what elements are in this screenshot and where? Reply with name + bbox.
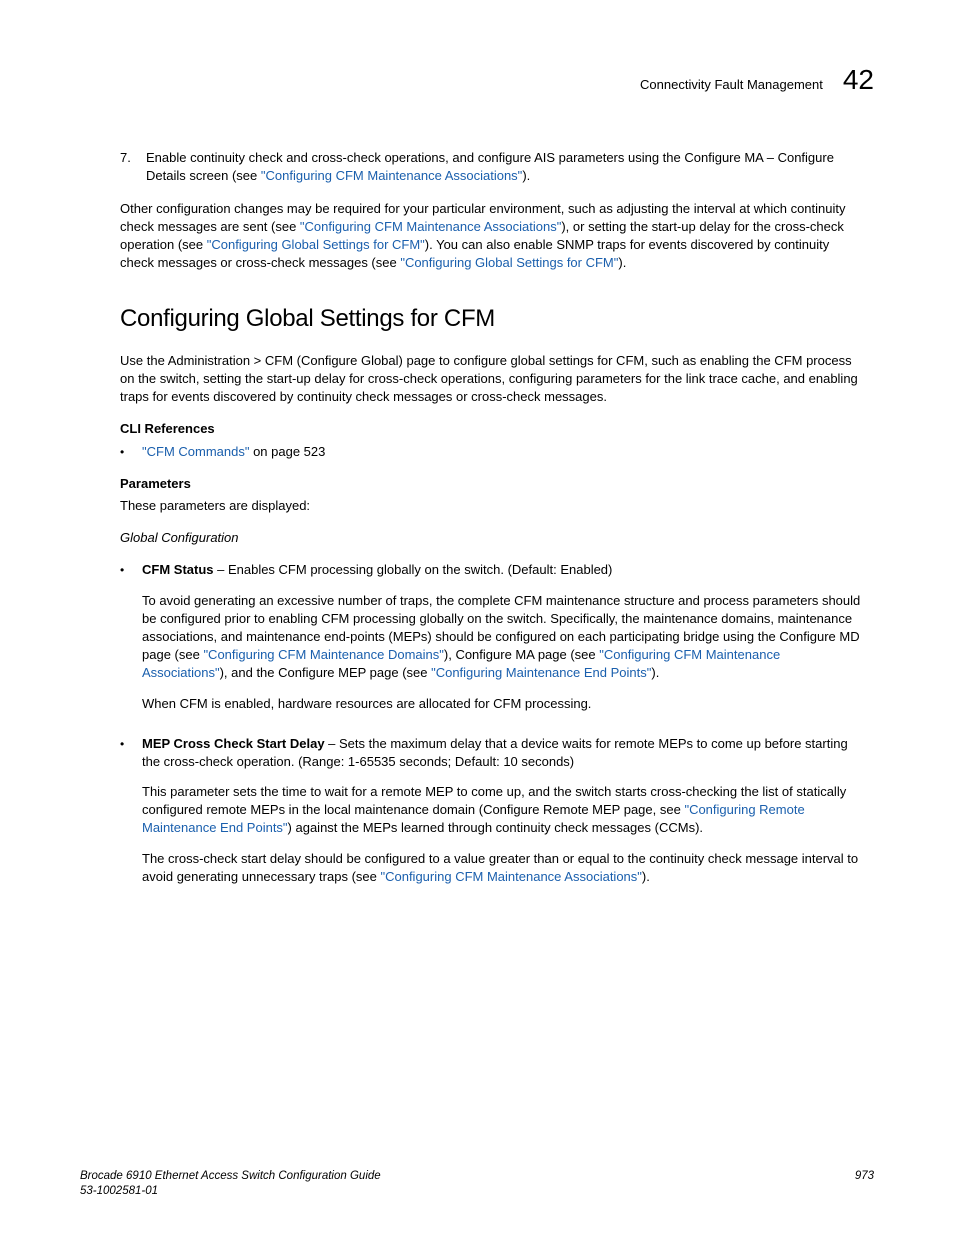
link-cfm-ma-2[interactable]: "Configuring CFM Maintenance Association… <box>300 219 561 234</box>
link-cfm-commands[interactable]: "CFM Commands" <box>142 444 249 459</box>
page: Connectivity Fault Management 42 7. Enab… <box>0 0 954 1235</box>
content: 7. Enable continuity check and cross-che… <box>120 149 864 898</box>
footer-doc-title: Brocade 6910 Ethernet Access Switch Conf… <box>80 1169 381 1184</box>
text: ). <box>522 168 530 183</box>
param-desc-2: The cross-check start delay should be co… <box>142 850 864 886</box>
step-text: Enable continuity check and cross-check … <box>146 149 864 185</box>
header-title: Connectivity Fault Management <box>640 76 823 94</box>
step-number: 7. <box>120 149 136 185</box>
bullet-icon: • <box>120 735 130 898</box>
link-cfm-global-1[interactable]: "Configuring Global Settings for CFM" <box>207 237 425 252</box>
chapter-number: 42 <box>843 60 874 99</box>
text: ), and the Configure MEP page (see <box>220 665 432 680</box>
param-line: CFM Status – Enables CFM processing glob… <box>142 561 864 579</box>
paragraph-other-config: Other configuration changes may be requi… <box>120 200 864 273</box>
param-desc-1: This parameter sets the time to wait for… <box>142 783 864 838</box>
parameters-list: • CFM Status – Enables CFM processing gl… <box>120 561 864 898</box>
cli-ref-list: • "CFM Commands" on page 523 <box>120 443 864 461</box>
param-label: MEP Cross Check Start Delay <box>142 736 325 751</box>
link-cfm-ma-4[interactable]: "Configuring CFM Maintenance Association… <box>380 869 641 884</box>
link-cfm-global-2[interactable]: "Configuring Global Settings for CFM" <box>400 255 618 270</box>
section-heading: Configuring Global Settings for CFM <box>120 302 864 336</box>
step-7-item: 7. Enable continuity check and cross-che… <box>120 149 864 185</box>
text: on page 523 <box>249 444 325 459</box>
step-list: 7. Enable continuity check and cross-che… <box>120 149 864 185</box>
text: ). <box>642 869 650 884</box>
bullet-icon: • <box>120 561 130 724</box>
cli-ref-item: • "CFM Commands" on page 523 <box>120 443 864 461</box>
param-desc-2: When CFM is enabled, hardware resources … <box>142 695 864 713</box>
text: ) against the MEPs learned through conti… <box>288 820 703 835</box>
text: – Enables CFM processing globally on the… <box>214 562 613 577</box>
text: ), Configure MA page (see <box>444 647 599 662</box>
param-cfm-status: • CFM Status – Enables CFM processing gl… <box>120 561 864 724</box>
link-cfm-mep[interactable]: "Configuring Maintenance End Points" <box>431 665 651 680</box>
parameters-heading: Parameters <box>120 475 864 493</box>
page-footer: Brocade 6910 Ethernet Access Switch Conf… <box>80 1169 874 1199</box>
param-label: CFM Status <box>142 562 214 577</box>
link-cfm-md[interactable]: "Configuring CFM Maintenance Domains" <box>203 647 443 662</box>
param-mep-delay: • MEP Cross Check Start Delay – Sets the… <box>120 735 864 898</box>
footer-page-number: 973 <box>855 1169 874 1199</box>
global-config-subhead: Global Configuration <box>120 529 864 547</box>
text: ). <box>618 255 626 270</box>
section-intro: Use the Administration > CFM (Configure … <box>120 352 864 407</box>
param-body: CFM Status – Enables CFM processing glob… <box>142 561 864 724</box>
page-header: Connectivity Fault Management 42 <box>80 60 874 99</box>
bullet-icon: • <box>120 443 130 461</box>
link-cfm-ma[interactable]: "Configuring CFM Maintenance Association… <box>261 168 522 183</box>
cli-ref-body: "CFM Commands" on page 523 <box>142 443 864 461</box>
footer-doc-id: 53-1002581-01 <box>80 1184 381 1199</box>
footer-left: Brocade 6910 Ethernet Access Switch Conf… <box>80 1169 381 1199</box>
param-desc-1: To avoid generating an excessive number … <box>142 592 864 683</box>
param-line: MEP Cross Check Start Delay – Sets the m… <box>142 735 864 771</box>
cli-references-heading: CLI References <box>120 420 864 438</box>
parameters-intro: These parameters are displayed: <box>120 497 864 515</box>
text: ). <box>651 665 659 680</box>
param-body: MEP Cross Check Start Delay – Sets the m… <box>142 735 864 898</box>
